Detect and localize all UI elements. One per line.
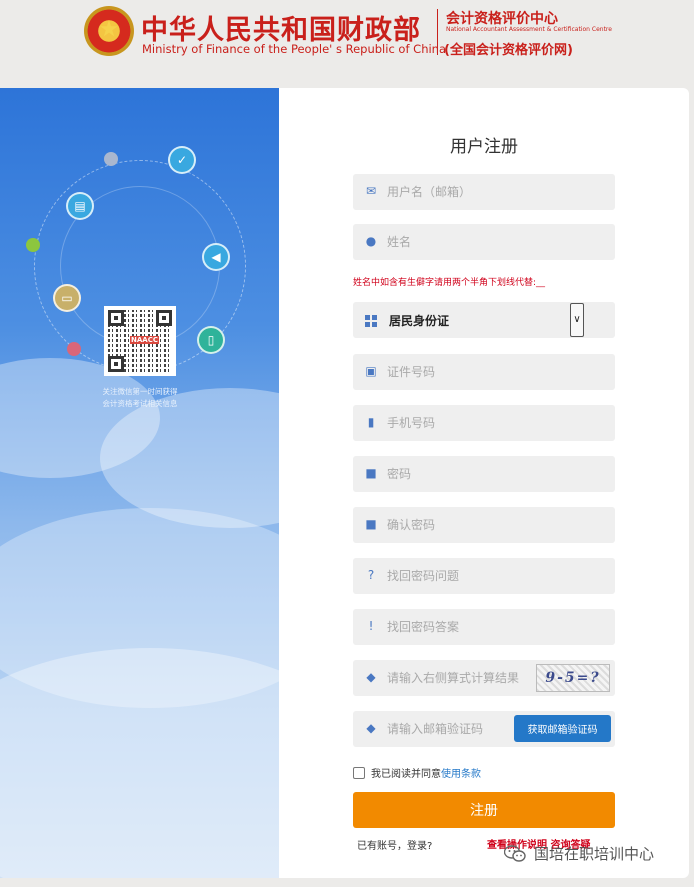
person-icon: ●	[365, 234, 377, 248]
shield-icon: ◆	[366, 721, 376, 735]
captcha-image[interactable]: 9-5=?	[536, 664, 610, 692]
confirm-password-input[interactable]	[387, 507, 607, 543]
watermark-text: 国培在职培训中心	[534, 845, 655, 863]
login-link[interactable]: 已有账号，登录?	[357, 837, 432, 852]
qr-finder	[108, 356, 124, 372]
megaphone-icon: ◀	[202, 243, 230, 271]
qr-label: NAACC	[130, 336, 159, 344]
wechat-icon	[503, 844, 526, 863]
id-number-field[interactable]: ▣	[353, 354, 615, 390]
wechat-watermark: 国培在职培训中心	[503, 843, 655, 864]
password-input[interactable]	[387, 456, 607, 492]
password-field[interactable]: ■	[353, 456, 615, 492]
shield-check-icon: ✓	[168, 146, 196, 174]
envelope-icon: ✉	[365, 184, 377, 198]
security-answer-field[interactable]: !	[353, 609, 615, 645]
lock-icon: ■	[365, 517, 377, 531]
chevron-down-icon[interactable]: ∨	[570, 303, 584, 337]
id-card-icon: ▣	[365, 364, 377, 378]
decor-dot	[67, 342, 81, 356]
registration-panel: 用户注册 ✉ ● 姓名中如含有生僻字请用两个半角下划线代替:__ 居民身份证 ∨…	[279, 88, 689, 878]
cloud-decoration	[0, 648, 279, 878]
username-input[interactable]	[387, 174, 607, 210]
register-button[interactable]: 注册	[353, 792, 615, 828]
decor-dot	[26, 238, 40, 252]
get-email-code-button[interactable]: 获取邮箱验证码	[514, 715, 611, 742]
id-type-select[interactable]: 居民身份证 ∨	[353, 302, 615, 338]
qr-finder	[156, 310, 172, 326]
id-type-value: 居民身份证	[389, 314, 450, 328]
name-input[interactable]	[387, 224, 607, 260]
form-title: 用户注册	[450, 137, 518, 157]
shield-icon: ◆	[366, 670, 376, 684]
terms-link[interactable]: 使用条款	[441, 765, 481, 780]
qr-caption-line: 会计资格考试相关信息	[102, 399, 178, 408]
confirm-password-field[interactable]: ■	[353, 507, 615, 543]
header-divider	[437, 9, 438, 55]
security-question-input[interactable]	[387, 558, 607, 594]
mobile-icon: ▯	[197, 326, 225, 354]
wechat-qr-code: NAACC	[104, 306, 176, 376]
qr-caption-line: 关注微信第一时间获得	[102, 387, 178, 396]
phone-input[interactable]	[387, 405, 607, 441]
security-question-field[interactable]: ?	[353, 558, 615, 594]
terms-checkbox[interactable]	[353, 766, 365, 779]
decor-dot	[104, 152, 118, 166]
agree-text: 我已阅读并同意	[371, 769, 441, 780]
promo-panel: ✓ ▤ ◀ ▭ ▯ NAACC 关注微信第一时间获得 会计资格考试相关信息	[0, 88, 279, 878]
phone-icon: ▮	[367, 415, 375, 429]
center-title: 会计资格评价中心	[446, 11, 558, 27]
center-title-en: National Accountant Assessment & Certifi…	[446, 26, 612, 33]
terms-agreement: 我已阅读并同意 使用条款	[353, 765, 481, 780]
national-emblem-icon	[84, 6, 134, 56]
ministry-title-en: Ministry of Finance of the People' s Rep…	[142, 42, 447, 56]
document-icon: ▤	[66, 192, 94, 220]
exclamation-icon: !	[368, 619, 374, 633]
question-icon: ?	[367, 568, 375, 582]
lock-icon: ■	[365, 466, 377, 480]
id-number-input[interactable]	[387, 354, 607, 390]
name-hint: 姓名中如含有生僻字请用两个半角下划线代替:__	[353, 278, 546, 288]
center-subtitle: (全国会计资格评价网)	[444, 43, 573, 58]
grid-icon	[365, 315, 377, 327]
name-field[interactable]: ●	[353, 224, 615, 260]
phone-field[interactable]: ▮	[353, 405, 615, 441]
security-answer-input[interactable]	[387, 609, 607, 645]
qr-caption: 关注微信第一时间获得 会计资格考试相关信息	[80, 386, 200, 410]
qr-finder	[108, 310, 124, 326]
username-field[interactable]: ✉	[353, 174, 615, 210]
laptop-icon: ▭	[53, 284, 81, 312]
site-header: 中华人民共和国财政部 Ministry of Finance of the Pe…	[0, 0, 694, 86]
